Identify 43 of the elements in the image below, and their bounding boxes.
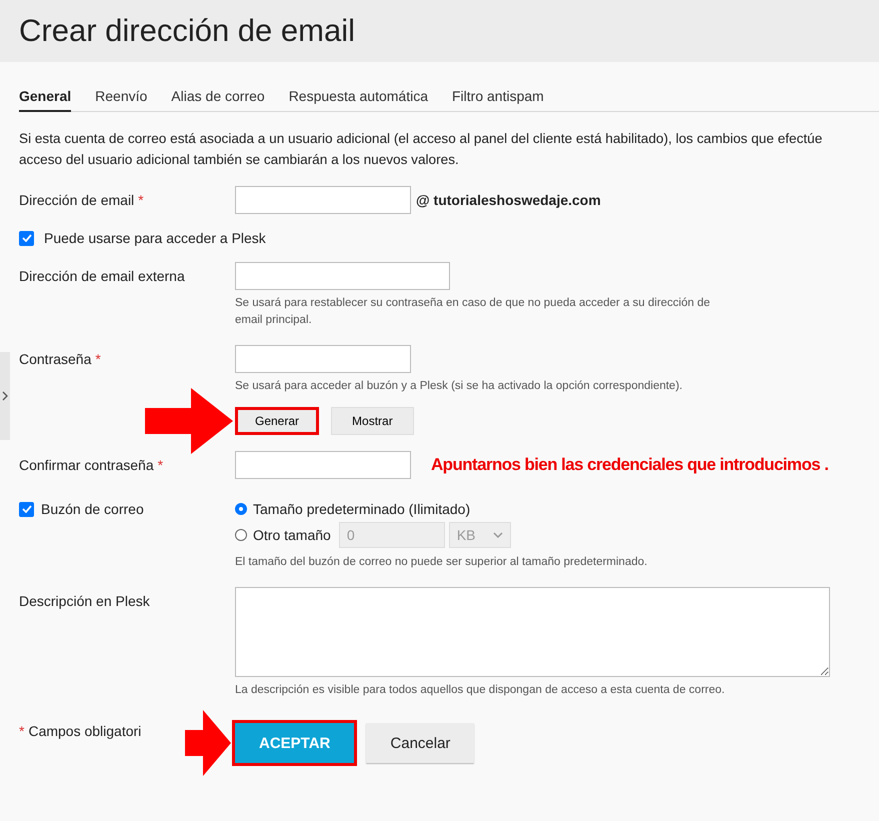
sidebar-toggle[interactable]: [0, 352, 10, 440]
tab[interactable]: Respuesta automática: [288, 84, 428, 111]
field-label: Contraseña: [19, 351, 92, 367]
checkbox[interactable]: [19, 502, 34, 516]
caret-icon: [492, 532, 503, 538]
checkbox[interactable]: [19, 230, 34, 246]
tab[interactable]: Reenvío: [95, 84, 148, 111]
radio-label: Otro tamaño: [253, 527, 331, 543]
radio-label: Tamaño predeterminado (Ilimitado): [253, 501, 470, 517]
field-label: Buzón de correo: [41, 501, 144, 517]
required-mark: *: [95, 351, 101, 367]
hint-text: El tamaño del buzón de correo no puede ser superior al tamaño predeterminado.: [235, 555, 648, 570]
hint-text: Se usará para acceder al buzón y a Plesk (si se ha activado la opción correspondiente).: [235, 379, 684, 394]
intro-text: Si esta cuenta de correo está asociada a un usuario adicional (el acceso al panel del cliente está habilitado), los cambios que efectúe: [19, 130, 824, 148]
chevron-icon: [2, 391, 8, 401]
tab[interactable]: General: [19, 84, 72, 112]
input-field[interactable]: [235, 262, 450, 290]
hint-text: Se usará para restablecer su contraseña en caso de que no pueda acceder a su dirección de email principal.: [235, 296, 712, 328]
field-label: Confirmar contraseña: [19, 457, 154, 473]
password-field[interactable]: [235, 345, 411, 373]
form-button[interactable]: Mostrar: [331, 407, 414, 435]
page-title: Crear dirección de email: [19, 13, 355, 49]
domain-text: @ tutorialeshoswedaje.com: [416, 192, 601, 208]
arrow-annotation: [185, 710, 231, 776]
form-button[interactable]: Cancelar: [366, 723, 474, 763]
description-field[interactable]: [235, 587, 830, 677]
field-label: Dirección de email: [19, 192, 134, 208]
intro-text: acceso del usuario adicional también se cambiarán a los nuevos valores.: [19, 151, 460, 169]
input-field[interactable]: [235, 186, 411, 214]
field-label: Dirección de email externa: [19, 268, 185, 284]
tab[interactable]: Alias de correo: [171, 84, 265, 111]
annotation-text: Apuntarnos bien las credenciales que introducimos .: [431, 455, 828, 475]
radio-button[interactable]: [235, 529, 247, 541]
required-note: Campos obligatori: [28, 723, 142, 739]
required-mark: *: [138, 192, 144, 208]
checkbox-label: Puede usarse para acceder a Plesk: [44, 230, 266, 246]
field-label: Descripción en Plesk: [19, 593, 150, 609]
password-field[interactable]: [235, 451, 411, 479]
tab[interactable]: Filtro antispam: [452, 84, 544, 111]
radio-button[interactable]: [235, 503, 247, 515]
required-mark: *: [19, 723, 24, 739]
required-mark: *: [158, 457, 164, 473]
hint-text: La descripción es visible para todos aquellos que dispongan de acceso a esta cuenta de correo.: [235, 683, 726, 698]
